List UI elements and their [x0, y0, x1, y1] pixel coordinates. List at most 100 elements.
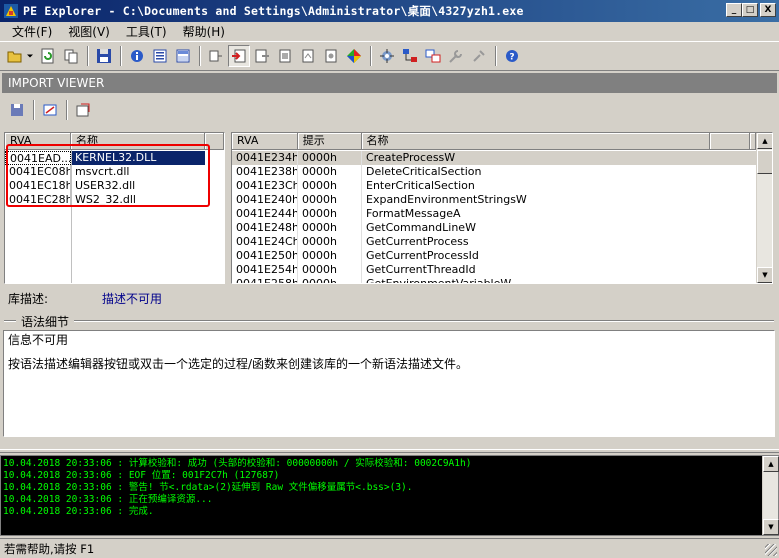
help-icon: ?	[506, 50, 518, 63]
resize-grip[interactable]	[765, 544, 777, 556]
dll-name: WS2_32.dll	[75, 193, 136, 206]
function-row[interactable]: 0041E244h 0000h FormatMessageA	[232, 207, 756, 221]
plugins-button[interactable]	[468, 45, 490, 67]
refresh-button[interactable]	[37, 45, 59, 67]
function-row[interactable]: 0041E23Ch 0000h EnterCriticalSection	[232, 179, 756, 193]
resources-button[interactable]	[274, 45, 296, 67]
debug-button[interactable]	[297, 45, 319, 67]
dll-row[interactable]: 0041EC08h msvcrt.dll	[5, 165, 224, 179]
plugin-icon	[473, 50, 485, 62]
properties-icon	[76, 103, 90, 117]
open-button[interactable]	[4, 45, 26, 67]
menu-view[interactable]: 视图(V)	[60, 23, 118, 40]
export-button[interactable]	[251, 45, 273, 67]
function-name: EnterCriticalSection	[366, 179, 475, 192]
menu-file[interactable]: 文件(F)	[4, 23, 60, 40]
scroll-up-button[interactable]: ▲	[757, 133, 772, 149]
network-button[interactable]	[376, 45, 398, 67]
function-row[interactable]: 0041E240h 0000h ExpandEnvironmentStrings…	[232, 193, 756, 207]
scroll-down-button[interactable]: ▼	[763, 519, 779, 535]
save-imports-button[interactable]	[6, 99, 28, 121]
scroll-down-button[interactable]: ▼	[757, 267, 772, 283]
minimize-button[interactable]: _	[726, 3, 742, 17]
headers-button[interactable]	[149, 45, 171, 67]
save-icon	[97, 49, 111, 63]
copy-icon	[64, 49, 78, 64]
column-rva[interactable]: RVA	[232, 133, 298, 150]
dll-row[interactable]: 0041EC18h USER32.dll	[5, 179, 224, 193]
title-bar: PE Explorer - C:\Documents and Settings\…	[0, 0, 779, 22]
dll-row[interactable]: 0041EAD... KERNEL32.DLL	[5, 151, 224, 165]
disassembler-button[interactable]	[343, 45, 365, 67]
resources-icon	[279, 49, 291, 63]
syntax-hint-text: 按语法描述编辑器按钮或双击一个选定的过程/函数来创建该库的一个新语法描述文件。	[8, 357, 469, 371]
import-viewer-button[interactable]	[228, 45, 250, 67]
function-row[interactable]: 0041E250h 0000h GetCurrentProcessId	[232, 249, 756, 263]
syntax-group-divider	[4, 320, 774, 322]
function-list-scrollbar[interactable]: ▲ ▼	[756, 133, 772, 283]
chevron-down-icon	[27, 54, 33, 58]
status-text: 若需帮助,请按 F1	[4, 541, 95, 556]
properties-button[interactable]	[72, 99, 94, 121]
dll-rva: 0041EC28h	[5, 193, 71, 207]
function-name: GetCurrentProcess	[366, 235, 469, 248]
open-dropdown-button[interactable]	[27, 45, 33, 67]
column-name[interactable]: 名称	[71, 133, 205, 150]
maximize-button[interactable]: □	[742, 3, 758, 17]
function-name: DeleteCriticalSection	[366, 165, 482, 178]
dll-name: USER32.dll	[75, 179, 136, 192]
dependency-button[interactable]	[320, 45, 342, 67]
syntax-details-panel: 信息不可用 按语法描述编辑器按钮或双击一个选定的过程/函数来创建该库的一个新语法…	[3, 330, 775, 437]
log-scrollbar[interactable]: ▲ ▼	[762, 456, 779, 535]
log-line: 10.04.2018 20:33:06 : 正在预编译资源...	[3, 494, 213, 505]
svg-text:?: ?	[509, 53, 514, 63]
function-rva: 0041E258h	[232, 277, 298, 283]
function-rva: 0041E23Ch	[232, 179, 298, 193]
function-hint: 0000h	[298, 235, 362, 249]
log-splitter[interactable]	[0, 449, 779, 453]
windows-button[interactable]	[422, 45, 444, 67]
function-row[interactable]: 0041E258h 0000h GetEnvironmentVariableW	[232, 277, 756, 284]
toolbar-separator	[66, 100, 68, 120]
function-row[interactable]: 0041E254h 0000h GetCurrentThreadId	[232, 263, 756, 277]
column-extra[interactable]	[710, 133, 750, 150]
function-name: FormatMessageA	[366, 207, 461, 220]
column-hint[interactable]: 提示	[297, 133, 362, 150]
function-row[interactable]: 0041E234h 0000h CreateProcessW	[232, 151, 756, 165]
function-name: GetEnvironmentVariableW	[366, 277, 512, 284]
log-line: 10.04.2018 20:33:06 : 计算校验和: 成功 (头部的校验和:…	[3, 458, 472, 469]
data-directories-button[interactable]	[205, 45, 227, 67]
log-line: 10.04.2018 20:33:06 : 完成.	[3, 506, 154, 517]
function-row[interactable]: 0041E238h 0000h DeleteCriticalSection	[232, 165, 756, 179]
tree-icon	[403, 49, 417, 62]
help-button[interactable]: ?	[501, 45, 523, 67]
function-row[interactable]: 0041E248h 0000h GetCommandLineW	[232, 221, 756, 235]
function-row[interactable]: 0041E24Ch 0000h GetCurrentProcess	[232, 235, 756, 249]
menu-help[interactable]: 帮助(H)	[175, 23, 233, 40]
copy-button[interactable]	[60, 45, 82, 67]
dll-rva: 0041EC08h	[5, 165, 71, 179]
scroll-thumb[interactable]	[757, 150, 772, 174]
dll-row[interactable]: 0041EC28h WS2_32.dll	[5, 193, 224, 207]
function-rva: 0041E248h	[232, 221, 298, 235]
syntax-editor-button[interactable]	[39, 99, 61, 121]
column-name[interactable]: 名称	[361, 133, 711, 150]
dll-rva: 0041EAD...	[5, 151, 71, 165]
close-button[interactable]: X	[760, 3, 776, 17]
scroll-up-button[interactable]: ▲	[763, 456, 779, 472]
function-hint: 0000h	[298, 221, 362, 235]
syntax-editor-icon	[43, 104, 57, 116]
main-toolbar: ?	[0, 41, 779, 71]
info-button[interactable]	[126, 45, 148, 67]
function-rva: 0041E250h	[232, 249, 298, 263]
save-button[interactable]	[93, 45, 115, 67]
tree-button[interactable]	[399, 45, 421, 67]
sections-button[interactable]	[172, 45, 194, 67]
dll-rva: 0041EC18h	[5, 179, 71, 193]
function-hint: 0000h	[298, 277, 362, 283]
toolbar-separator	[495, 46, 497, 66]
menu-tools[interactable]: 工具(T)	[118, 23, 175, 40]
function-rva: 0041E244h	[232, 207, 298, 221]
tools-button[interactable]	[445, 45, 467, 67]
column-rva[interactable]: RVA	[5, 133, 71, 150]
